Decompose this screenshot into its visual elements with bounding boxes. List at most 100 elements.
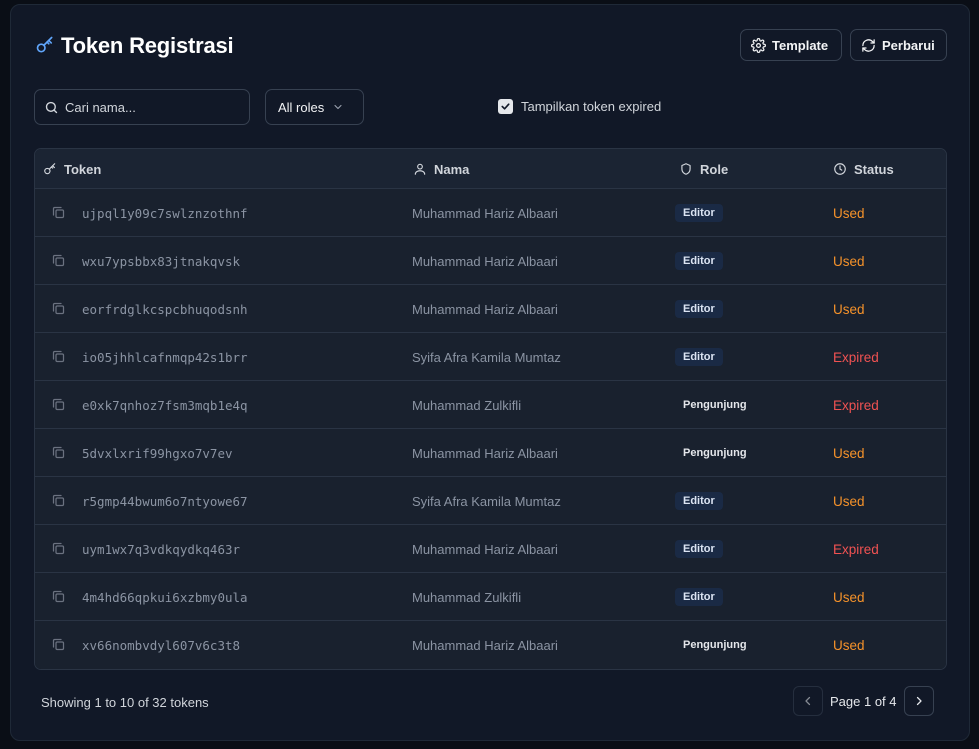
token-owner-name: Muhammad Zulkifli (412, 589, 522, 605)
column-header-nama-label: Nama (434, 161, 470, 177)
role-badge: Pengunjung (683, 399, 747, 411)
role-cell: Editor (675, 189, 723, 237)
next-page-button[interactable] (903, 686, 934, 716)
chevron-right-icon (916, 696, 922, 706)
copy-icon[interactable] (51, 589, 66, 604)
role-cell: Editor (675, 477, 723, 525)
table-row: ujpql1y09c7swlznzothnf Muhammad Hariz Alb… (35, 189, 946, 237)
column-header-nama: Nama (413, 149, 469, 189)
token-owner-name: Muhammad Hariz Albaari (412, 637, 558, 653)
previous-page-button[interactable] (793, 686, 823, 716)
role-badge: Editor (675, 300, 723, 318)
table-row: 5dvxlxrif99hgxo7v7ev Muhammad Hariz Albaa… (35, 429, 946, 477)
table-row: eorfrdglkcspcbhuqodsnh Muhammad Hariz Alb… (35, 285, 946, 333)
show-expired-toggle[interactable]: Tampilkan token expired (498, 99, 661, 114)
role-badge: Editor (675, 252, 723, 270)
refresh-button[interactable]: Perbarui (850, 29, 947, 61)
refresh-icon (862, 38, 875, 52)
roles-select[interactable]: All roles (265, 89, 364, 125)
table-row: io05jhhlcafnmqp42s1brr Syifa Afra Kamila … (35, 333, 946, 381)
role-cell: Pengunjung (675, 621, 755, 669)
chevron-left-icon (805, 696, 811, 706)
table-row: e0xk7qnhoz7fsm3mqb1e4q Muhammad Zulkifli P… (35, 381, 946, 429)
pagination-info: Showing 1 to 10 of 32 tokens (41, 695, 209, 710)
token-owner-name: Syifa Afra Kamila Mumtaz (412, 349, 561, 365)
status-label: Expired (833, 349, 879, 365)
status-label: Used (833, 445, 865, 461)
table-body: ujpql1y09c7swlznzothnf Muhammad Hariz Alb… (35, 189, 946, 669)
token-value: ujpql1y09c7swlznzothnf (82, 205, 248, 221)
token-value: eorfrdglkcspcbhuqodsnh (82, 301, 248, 317)
table-row: 4m4hd66qpkui6xzbmy0ula Muhammad Zulkifli E… (35, 573, 946, 621)
status-label: Used (833, 301, 865, 317)
copy-icon[interactable] (51, 541, 66, 556)
copy-icon[interactable] (51, 397, 66, 412)
key-icon (36, 36, 53, 53)
show-expired-label: Tampilkan token expired (521, 99, 662, 114)
token-owner-name: Muhammad Hariz Albaari (412, 253, 558, 269)
table-row: uym1wx7q3vdkqydkq463r Muhammad Hariz Alba… (35, 525, 946, 573)
table-row: xv66nombvdyl607v6c3t8 Muhammad Hariz Alba… (35, 621, 946, 669)
token-value: io05jhhlcafnmqp42s1brr (82, 349, 248, 365)
copy-icon[interactable] (51, 445, 66, 460)
copy-icon[interactable] (51, 349, 66, 364)
status-label: Used (833, 253, 865, 269)
token-table: Token Nama Role Status ujpql1y09c7swlznz… (34, 148, 947, 670)
token-value: 4m4hd66qpkui6xzbmy0ula (82, 589, 248, 605)
role-badge: Editor (675, 588, 723, 606)
role-cell: Editor (675, 285, 723, 333)
copy-icon[interactable] (51, 301, 66, 316)
template-button[interactable]: Template (740, 29, 842, 61)
role-cell: Pengunjung (675, 429, 755, 477)
token-owner-name: Muhammad Hariz Albaari (412, 541, 558, 557)
token-value: r5gmp44bwum6o7ntyowe67 (82, 493, 248, 509)
status-label: Used (833, 589, 865, 605)
column-header-status: Status (833, 149, 894, 189)
table-row: r5gmp44bwum6o7ntyowe67 Syifa Afra Kamila … (35, 477, 946, 525)
column-header-token-label: Token (64, 161, 102, 177)
search-box (34, 89, 250, 125)
template-label: Template (772, 37, 829, 53)
token-value: uym1wx7q3vdkqydkq463r (82, 541, 241, 557)
column-header-token: Token (43, 149, 101, 189)
column-header-role: Role (679, 149, 728, 189)
page-indicator: Page 1 of 4 (830, 693, 897, 709)
role-cell: Editor (675, 573, 723, 621)
token-value: wxu7ypsbbx83jtnakqvsk (82, 253, 241, 269)
check-icon (501, 103, 510, 110)
user-icon (414, 163, 426, 175)
role-badge: Editor (675, 540, 723, 558)
show-expired-checkbox[interactable] (498, 99, 513, 114)
role-cell: Editor (675, 333, 723, 381)
pagination: Page 1 of 4 (793, 686, 934, 716)
token-owner-name: Muhammad Hariz Albaari (412, 205, 558, 221)
gear-icon (751, 37, 766, 53)
role-cell: Editor (675, 237, 723, 285)
shield-icon (681, 163, 691, 175)
copy-icon[interactable] (51, 205, 66, 220)
token-value: 5dvxlxrif99hgxo7v7ev (82, 445, 233, 461)
copy-icon[interactable] (51, 253, 66, 268)
token-owner-name: Muhammad Zulkifli (412, 397, 522, 413)
status-label: Expired (833, 541, 879, 557)
role-badge: Editor (675, 204, 723, 222)
status-label: Used (833, 205, 865, 221)
roles-select-value: All roles (278, 99, 325, 115)
copy-icon[interactable] (51, 637, 66, 652)
role-cell: Editor (675, 525, 723, 573)
role-badge: Editor (675, 348, 723, 366)
search-icon (45, 101, 58, 114)
column-header-role-label: Role (700, 161, 729, 177)
token-panel: Token Registrasi Template Perbarui All r… (10, 4, 970, 741)
token-owner-name: Muhammad Hariz Albaari (412, 445, 558, 461)
search-input[interactable] (65, 90, 245, 124)
token-value: xv66nombvdyl607v6c3t8 (82, 637, 241, 653)
key-icon (44, 163, 56, 175)
clock-icon (834, 163, 846, 175)
status-label: Expired (833, 397, 879, 413)
role-badge: Pengunjung (683, 447, 747, 459)
token-owner-name: Syifa Afra Kamila Mumtaz (412, 493, 561, 509)
status-label: Used (833, 493, 865, 509)
copy-icon[interactable] (51, 493, 66, 508)
role-badge: Editor (675, 492, 723, 510)
